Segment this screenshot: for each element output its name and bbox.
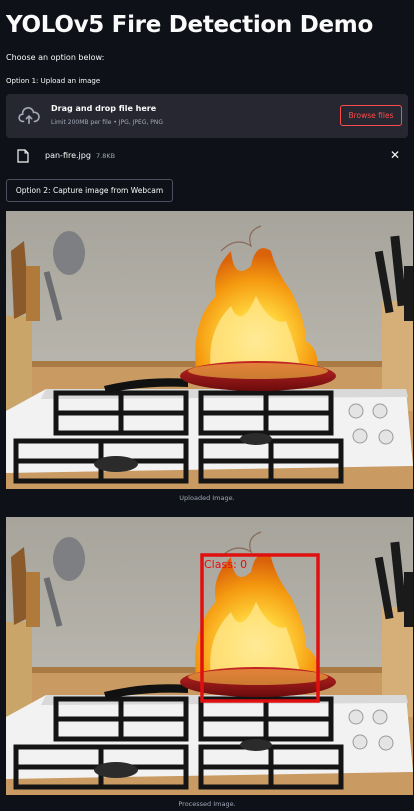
browse-files-button[interactable]: Browse files [340,105,402,126]
processed-image-caption: Processed Image. [178,800,236,808]
dropzone-title: Drag and drop file here [51,104,157,113]
remove-file-close-icon[interactable]: ✕ [388,148,402,162]
cloud-upload-icon [18,107,40,125]
file-size: 7.8KB [96,152,116,160]
page-title: YOLOv5 Fire Detection Demo [6,12,373,38]
file-uploader-dropzone[interactable]: Drag and drop file here Limit 200MB per … [6,94,408,138]
processed-image: Class: 0 [6,517,413,795]
file-name: pan-fire.jpg [45,151,91,160]
uploaded-image-caption: Uploaded Image. [179,494,235,502]
detection-label: Class: 0 [204,558,247,571]
uploaded-file-item: pan-fire.jpg 7.8KB ✕ [6,145,408,167]
uploaded-image [6,211,413,489]
file-icon [17,149,29,163]
capture-webcam-button[interactable]: Option 2: Capture image from Webcam [6,179,173,202]
intro-text: Choose an option below: [6,53,105,62]
dropzone-limit-text: Limit 200MB per file • JPG, JPEG, PNG [51,119,164,126]
option1-label: Option 1: Upload an image [6,77,101,85]
